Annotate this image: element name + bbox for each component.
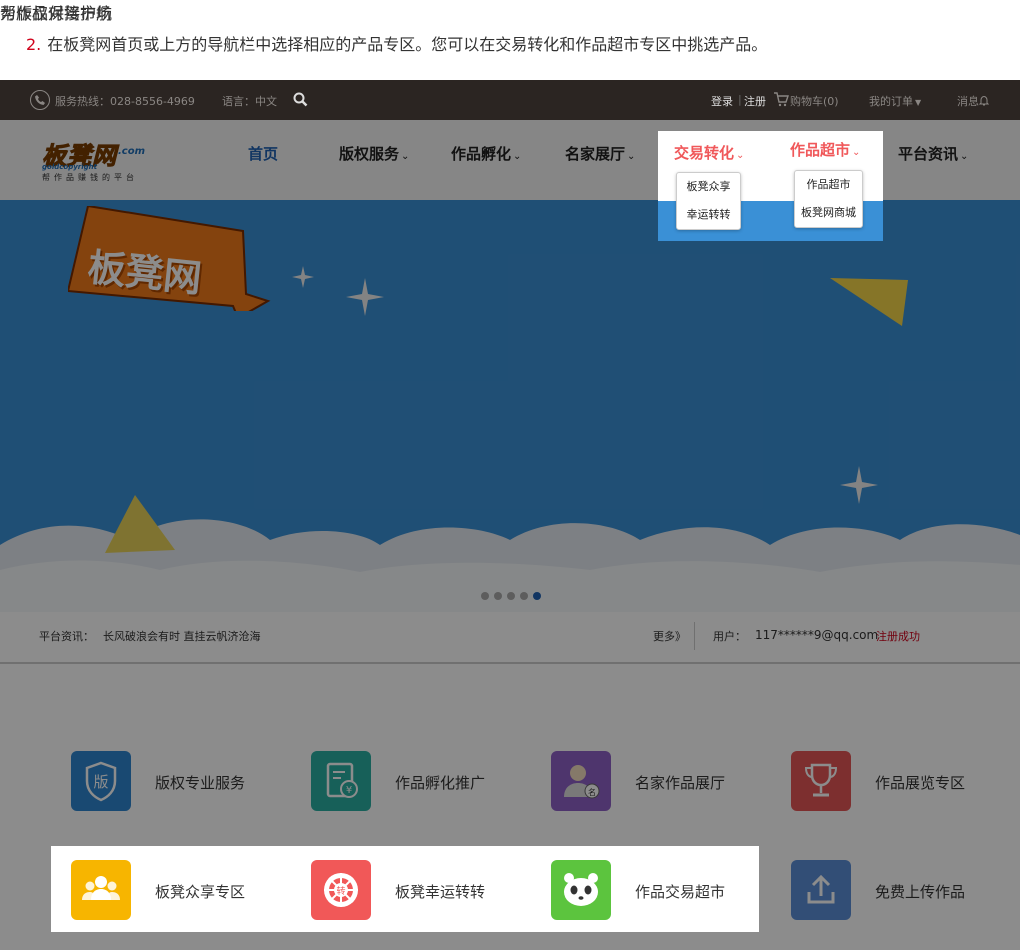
wheel-icon: 转 — [311, 860, 371, 920]
chevron-down-icon: ⌄ — [513, 151, 522, 162]
artist-icon: 名 — [551, 751, 611, 811]
dropdown-item-crowd-share[interactable]: 板凳众享 — [677, 173, 740, 201]
group-icon — [71, 860, 131, 920]
register-status: 注册成功 — [876, 630, 920, 643]
instruction-body: 在板凳网首页或上方的导航栏中选择相应的产品专区。您可以在交易转化和作品超市专区中… — [47, 35, 768, 54]
service-label: 作品展览专区 — [875, 774, 966, 792]
wheel-text: 转 — [336, 885, 345, 897]
chevron-down-icon: ⌄ — [627, 151, 636, 162]
instruction-text: 2. 在板凳网首页或上方的导航栏中选择相应的产品专区。您可以在交易转化和作品超市专… — [26, 31, 767, 55]
news-bar: 平台资讯： 长风破浪会有时 直挂云帆济沧海 更多》 用户： 117******9… — [0, 612, 1020, 664]
chevron-down-icon: ⌄ — [401, 151, 410, 162]
carousel-dot-active[interactable] — [533, 592, 541, 600]
shield-text: 版 — [93, 773, 108, 791]
triangle-decoration — [105, 495, 175, 553]
news-label: 平台资讯： — [39, 630, 94, 643]
artist-text: 名 — [588, 787, 596, 797]
service-label: 板凳众享专区 — [155, 883, 246, 901]
service-label: 板凳幸运转转 — [395, 883, 486, 901]
star-decoration — [292, 266, 314, 288]
chevron-down-icon: ⌄ — [960, 151, 969, 162]
nav-home[interactable]: 首页 — [248, 143, 278, 164]
nav-label: 作品超市 — [790, 141, 851, 159]
separator: | — [738, 93, 742, 106]
carousel-dot[interactable] — [520, 592, 528, 600]
dropdown-item-lucky-wheel[interactable]: 幸运转转 — [677, 201, 740, 229]
search-icon[interactable] — [293, 92, 308, 110]
user-label: 用户： — [713, 630, 746, 643]
news-headline[interactable]: 长风破浪会有时 直挂云帆济沧海 — [103, 628, 261, 644]
cart-link[interactable]: 购物车(0) — [790, 93, 839, 109]
nav-copyright-service[interactable]: 版权服务 ⌄ — [339, 143, 409, 164]
logo-subtitle: goldcopyright — [42, 163, 97, 171]
service-label: 版权专业服务 — [155, 774, 246, 792]
star-decoration — [840, 466, 878, 504]
site-logo[interactable]: 板凳网 .com goldcopyright 帮作品赚钱的平台 — [42, 136, 167, 184]
carousel-dot[interactable] — [494, 592, 502, 600]
cart-icon[interactable] — [773, 91, 789, 110]
messages-link[interactable]: 消息 — [957, 93, 990, 109]
my-orders-menu[interactable]: 我的订单 ▼ — [869, 93, 921, 109]
cert-text: ¥ — [346, 785, 352, 796]
nav-label: 交易转化 — [674, 144, 735, 162]
trophy-icon — [791, 751, 851, 811]
panda-icon — [551, 860, 611, 920]
logo-domain: .com — [118, 146, 146, 157]
bell-icon — [978, 95, 990, 106]
carousel-dot[interactable] — [507, 592, 515, 600]
service-label: 作品交易超市 — [635, 883, 726, 901]
service-label: 免费上传作品 — [875, 883, 966, 901]
nav-label: 版权服务 — [339, 145, 400, 163]
hero-tag-text: 板凳网 — [85, 245, 204, 301]
upload-icon — [791, 860, 851, 920]
nav-market[interactable]: 作品超市 ⌄ — [790, 139, 860, 160]
chevron-down-icon: ⌄ — [852, 147, 861, 158]
carousel-dot[interactable] — [481, 592, 489, 600]
top-bar: 服务热线：028-8556-4969 语言：中文 登录 | 注册 购物车(0) … — [0, 80, 1020, 120]
service-label: 作品孵化推广 — [395, 774, 486, 792]
phone-icon — [30, 90, 50, 110]
nav-master-hall[interactable]: 名家展厅 ⌄ — [565, 143, 635, 164]
nav-label: 作品孵化 — [451, 145, 512, 163]
news-more-link[interactable]: 更多》 — [653, 628, 686, 644]
language-selector[interactable]: 语言：中文 — [222, 93, 277, 109]
shield-icon: 版 — [71, 751, 131, 811]
market-dropdown: 作品超市 板凳网商城 — [794, 170, 863, 228]
star-decoration — [346, 278, 384, 316]
nav-trade[interactable]: 交易转化 ⌄ — [674, 142, 744, 163]
step-number: 2. — [26, 35, 42, 54]
hotline-text: 服务热线：028-8556-4969 — [55, 95, 195, 108]
highlight-nav-menu: 交易转化 ⌄ 作品超市 ⌄ 板凳众享 幸运转转 作品超市 板凳网商城 — [658, 131, 883, 241]
hero-headline-2: 帮作品对接市场 — [0, 4, 113, 23]
divider — [694, 622, 695, 650]
carousel-dots — [481, 592, 541, 600]
messages-label: 消息 — [957, 95, 979, 108]
nav-label: 名家展厅 — [565, 145, 626, 163]
trade-dropdown: 板凳众享 幸运转转 — [676, 172, 741, 230]
nav-platform-news[interactable]: 平台资讯 ⌄ — [898, 143, 968, 164]
triangle-decoration — [830, 278, 908, 326]
dropdown-item-market[interactable]: 作品超市 — [795, 171, 862, 199]
login-link[interactable]: 登录 — [711, 93, 733, 109]
register-link[interactable]: 注册 — [744, 93, 766, 109]
service-label: 名家作品展厅 — [635, 774, 726, 792]
logo-slogan: 帮作品赚钱的平台 — [42, 173, 138, 182]
my-orders-label: 我的订单 — [869, 95, 913, 108]
certificate-icon: ¥ — [311, 751, 371, 811]
dropdown-item-mall[interactable]: 板凳网商城 — [795, 199, 862, 227]
caret-down-icon: ▼ — [915, 98, 922, 107]
nav-label: 平台资讯 — [898, 145, 959, 163]
hero-banner[interactable]: 板凳网 — [0, 200, 1020, 620]
nav-incubation[interactable]: 作品孵化 ⌄ — [451, 143, 521, 164]
chevron-down-icon: ⌄ — [736, 150, 745, 161]
user-email: 117******9@qq.com — [755, 628, 879, 642]
